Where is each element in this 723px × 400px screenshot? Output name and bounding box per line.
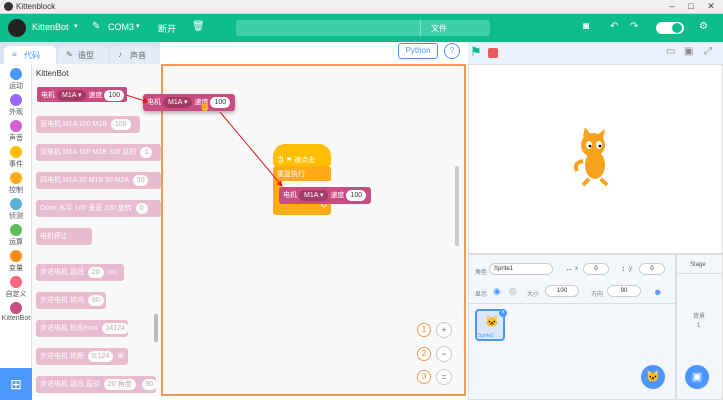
green-flag-icon[interactable]: ⚑ [470, 44, 482, 60]
sprite-thumbnail[interactable]: × 🐱 Sprite1 [475, 309, 507, 341]
cat-plus-icon: 🐱 [646, 371, 660, 383]
large-stage-icon[interactable]: ▣ [684, 46, 693, 57]
stage-title: Stage [690, 262, 706, 268]
sprite-thumb-cat-icon: 🐱 [485, 316, 499, 328]
stage-info-pane: Stage 背景 1 ▣ [676, 254, 723, 400]
eye-visible-icon[interactable]: ◉ [493, 286, 501, 297]
divider [469, 303, 677, 304]
divider [677, 273, 723, 274]
y-input[interactable]: 0 [639, 263, 665, 275]
backdrops-label: 背景 [693, 314, 706, 320]
delete-sprite-icon[interactable]: × [499, 309, 507, 317]
size-input[interactable]: 100 [545, 285, 579, 297]
add-sprite-button[interactable]: 🐱 [641, 365, 665, 389]
y-arrows-icon: ↕ [621, 264, 625, 273]
stop-icon[interactable] [488, 48, 498, 58]
small-stage-icon[interactable]: ▭ [666, 46, 675, 57]
python-button[interactable]: Python [398, 43, 438, 59]
stage-canvas[interactable] [468, 64, 723, 254]
image-plus-icon: ▣ [691, 371, 703, 383]
help-button[interactable]: ? [444, 43, 460, 59]
eye-hidden-icon[interactable]: ◎ [509, 286, 517, 297]
x-input[interactable]: 0 [583, 263, 609, 275]
backdrops-count: 1 [697, 323, 701, 329]
robot-icon[interactable]: ☻ [653, 287, 662, 297]
sprite-name-input[interactable]: Sprite1 [489, 263, 553, 275]
sprite-info-pane: 角色 Sprite1 ↔ x 0 ↕ y 0 显示 ◉ ◎ 大小 100 方向 … [468, 254, 677, 400]
stage-toolbar: Python ? ⚑ ▭ ▣ ⤢ [398, 42, 723, 64]
direction-input[interactable]: 90 [607, 285, 641, 297]
add-backdrop-button[interactable]: ▣ [685, 365, 709, 389]
cat-sprite-icon[interactable] [569, 127, 619, 187]
fullscreen-icon[interactable]: ⤢ [704, 46, 712, 57]
x-arrows-icon: ↔ [565, 264, 573, 273]
